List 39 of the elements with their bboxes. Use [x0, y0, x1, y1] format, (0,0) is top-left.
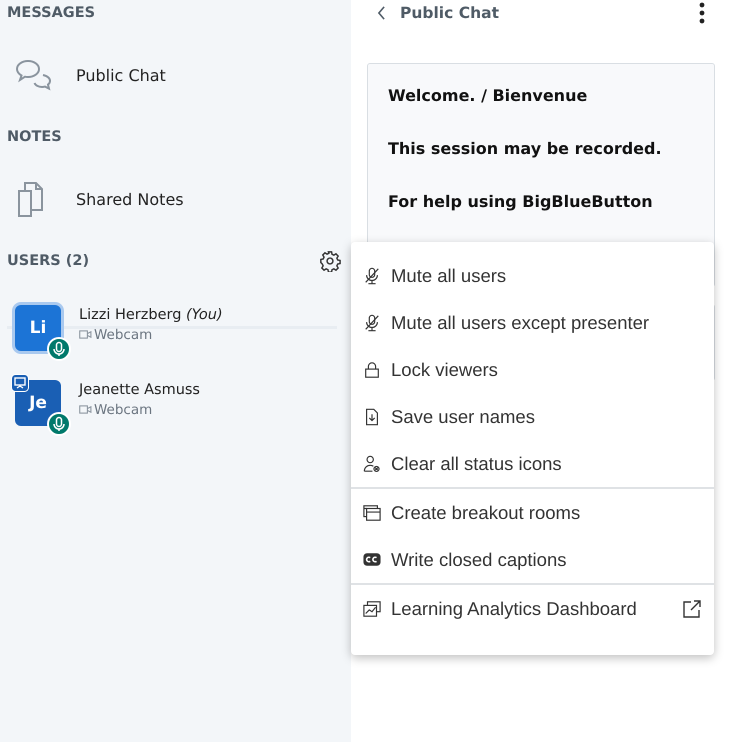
user-status: Webcam [94, 402, 152, 418]
camera-icon [79, 405, 92, 414]
lock-icon [363, 360, 381, 378]
closed-captions-icon [363, 552, 381, 567]
sidebar-item[interactable]: Public Chat [7, 26, 351, 124]
menu-item[interactable]: Mute all users except presenter [351, 299, 714, 346]
message-text: This session may be recorded. [388, 139, 663, 158]
user-list-item[interactable]: Je Jeanette Asmuss Webcam [7, 365, 337, 440]
menu-item[interactable]: Save user names [351, 393, 714, 440]
camera-icon [79, 330, 92, 339]
back-icon [377, 6, 386, 20]
menu-item[interactable]: Lock viewers [351, 346, 714, 393]
file-download-icon [363, 408, 381, 426]
menu-item[interactable]: Create breakout rooms [351, 489, 714, 536]
settings-icon[interactable] [319, 250, 341, 272]
back-button[interactable]: Public Chat [377, 4, 499, 22]
section-heading: USERS (2) [7, 252, 90, 271]
sidebar-item[interactable]: Shared Notes [7, 150, 351, 248]
section-heading: NOTES [7, 128, 63, 147]
external-link-icon [682, 598, 702, 618]
section-heading: MESSAGES [7, 4, 96, 23]
message-text: For help using BigBlueButton [388, 192, 654, 211]
muted-microphone-icon [363, 266, 381, 284]
menu-item[interactable]: Mute all users [351, 252, 714, 299]
user-name: Lizzi Herzberg (You) [79, 306, 223, 322]
user-name: Jeanette Asmuss [79, 382, 200, 398]
windows-icon [363, 504, 381, 522]
user-icon [363, 454, 381, 472]
user-avatar: Li [15, 304, 61, 350]
message-text: Welcome. / Bienvenue [388, 86, 588, 105]
menu-item[interactable]: Write closed captions [351, 536, 714, 583]
presenter-icon [11, 374, 29, 392]
menu-item[interactable]: Learning Analytics Dashboard [351, 585, 714, 632]
chart-window-icon [363, 600, 381, 618]
user-status: Webcam [94, 326, 152, 342]
muted-microphone-icon [363, 314, 381, 332]
more-options-icon[interactable] [699, 2, 705, 24]
menu-item[interactable]: Clear all status icons [351, 440, 714, 487]
chat-bubbles-icon [16, 59, 52, 91]
